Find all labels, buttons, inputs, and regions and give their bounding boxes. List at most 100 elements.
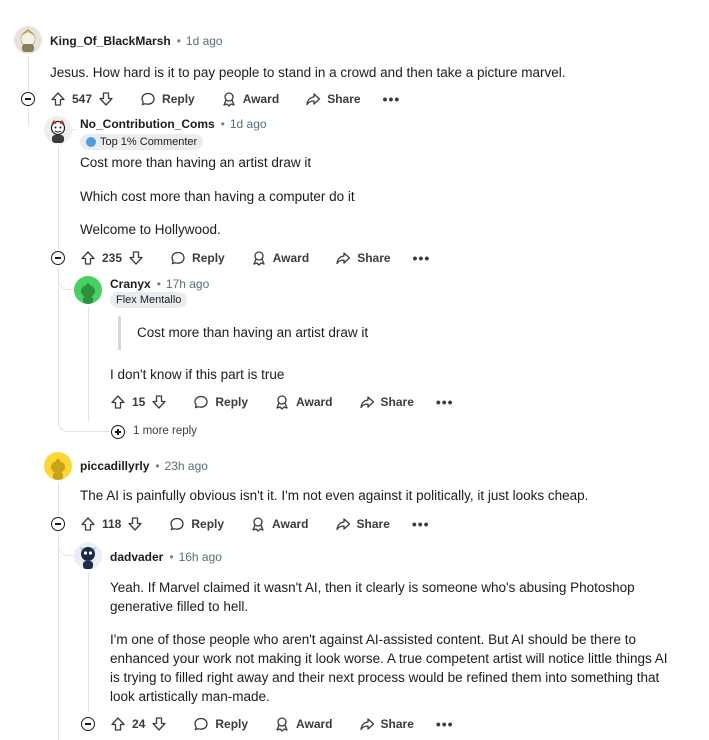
comment-actions: 118 Reply Award Share ••• — [80, 514, 430, 534]
share-button[interactable]: Share — [305, 91, 361, 107]
vote-score: 235 — [102, 251, 123, 265]
reply-button[interactable]: Reply — [193, 716, 248, 732]
share-button[interactable]: Share — [359, 716, 414, 732]
reply-label: Reply — [192, 251, 225, 265]
username[interactable]: piccadillyrly — [80, 459, 149, 473]
award-button[interactable]: Award — [221, 91, 279, 107]
thread-line — [58, 266, 59, 422]
downvote-icon[interactable] — [128, 250, 144, 266]
timestamp[interactable]: 23h ago — [165, 459, 208, 473]
upvote-icon[interactable] — [110, 716, 126, 732]
share-label: Share — [327, 92, 361, 106]
avatar[interactable] — [44, 452, 72, 480]
award-button[interactable]: Award — [250, 516, 309, 532]
comment-header: Cranyx • 17h ago — [110, 276, 209, 292]
timestamp[interactable]: 1d ago — [186, 34, 223, 48]
share-icon — [335, 516, 351, 532]
share-icon — [335, 250, 351, 266]
award-label: Award — [272, 251, 310, 265]
reply-label: Reply — [215, 717, 249, 731]
share-button[interactable]: Share — [359, 394, 414, 410]
avatar[interactable] — [44, 116, 72, 144]
reply-icon — [193, 716, 209, 732]
comment-body-line: Welcome to Hollywood. — [80, 222, 221, 237]
downvote-icon[interactable] — [151, 394, 167, 410]
comment-body-line: look artistically man-made. — [110, 689, 270, 704]
vote-score: 118 — [102, 517, 122, 531]
upvote-icon[interactable] — [80, 250, 96, 266]
reply-button[interactable]: Reply — [193, 394, 248, 410]
award-label: Award — [296, 395, 333, 409]
upvote-icon[interactable] — [80, 516, 96, 532]
avatar[interactable] — [74, 276, 102, 304]
share-label: Share — [356, 517, 390, 531]
award-button[interactable]: Award — [251, 250, 309, 266]
reply-icon — [169, 516, 185, 532]
more-icon[interactable]: ••• — [436, 394, 454, 410]
share-button[interactable]: Share — [335, 516, 390, 532]
comment-header: No_Contribution_Coms • 1d ago — [80, 116, 267, 132]
reply-button[interactable]: Reply — [170, 250, 225, 266]
downvote-icon[interactable] — [127, 516, 143, 532]
thread-line — [58, 146, 59, 250]
reply-button[interactable]: Reply — [140, 91, 195, 107]
more-icon[interactable]: ••• — [436, 716, 454, 732]
timestamp[interactable]: 16h ago — [179, 550, 222, 564]
thread-line — [28, 108, 29, 126]
award-icon — [221, 91, 237, 107]
comment-body-line: enhanced your work not making it look wo… — [110, 651, 668, 666]
award-label: Award — [242, 92, 280, 106]
username[interactable]: King_Of_BlackMarsh — [50, 34, 171, 48]
award-button[interactable]: Award — [274, 716, 333, 732]
thread-line — [88, 306, 89, 422]
share-icon — [359, 394, 375, 410]
comment-header: King_Of_BlackMarsh • 1d ago — [50, 33, 223, 49]
comment-body-line: I'm one of those people who aren't again… — [110, 632, 636, 647]
downvote-icon[interactable] — [98, 91, 114, 107]
timestamp[interactable]: 1d ago — [230, 117, 267, 131]
timestamp[interactable]: 17h ago — [166, 277, 209, 291]
more-replies-link[interactable]: 1 more reply — [133, 425, 197, 437]
vote-score: 24 — [132, 717, 146, 731]
more-icon[interactable]: ••• — [413, 250, 431, 266]
more-icon[interactable]: ••• — [383, 91, 401, 107]
more-icon[interactable]: ••• — [412, 516, 430, 532]
collapse-icon[interactable] — [51, 251, 65, 265]
comment-actions: 235 Reply Award Share ••• — [80, 248, 430, 268]
separator-dot: • — [155, 459, 160, 473]
share-icon — [359, 716, 375, 732]
more-replies-label: 1 more reply — [133, 425, 197, 437]
collapse-icon[interactable] — [21, 92, 35, 106]
flair-label: Top 1% Commenter — [100, 136, 198, 148]
upvote-icon[interactable] — [110, 394, 126, 410]
award-icon — [274, 394, 290, 410]
reply-button[interactable]: Reply — [169, 516, 224, 532]
comment-body-line: Yeah. If Marvel claimed it wasn't AI, th… — [110, 580, 635, 595]
share-icon — [305, 91, 321, 107]
flair-label: Flex Mentallo — [116, 294, 182, 306]
expand-icon[interactable] — [111, 425, 125, 439]
reply-label: Reply — [191, 517, 225, 531]
award-button[interactable]: Award — [274, 394, 333, 410]
collapse-icon[interactable] — [81, 717, 95, 731]
avatar[interactable] — [74, 542, 102, 570]
avatar[interactable] — [14, 26, 42, 54]
downvote-icon[interactable] — [151, 716, 167, 732]
username[interactable]: Cranyx — [110, 277, 151, 291]
reply-icon — [170, 250, 186, 266]
vote-score: 15 — [132, 395, 146, 409]
award-label: Award — [296, 717, 333, 731]
award-icon — [251, 250, 267, 266]
username[interactable]: dadvader — [110, 550, 163, 564]
award-label: Award — [272, 517, 309, 531]
reply-label: Reply — [215, 395, 249, 409]
comment-header: piccadillyrly • 23h ago — [80, 458, 208, 474]
user-flair: Top 1% Commenter — [80, 134, 204, 150]
share-label: Share — [380, 717, 414, 731]
upvote-icon[interactable] — [50, 91, 66, 107]
share-label: Share — [357, 251, 391, 265]
share-button[interactable]: Share — [335, 250, 391, 266]
comment-body: Jesus. How hard is it to pay people to s… — [50, 65, 566, 80]
collapse-icon[interactable] — [51, 517, 65, 531]
username[interactable]: No_Contribution_Coms — [80, 117, 215, 131]
